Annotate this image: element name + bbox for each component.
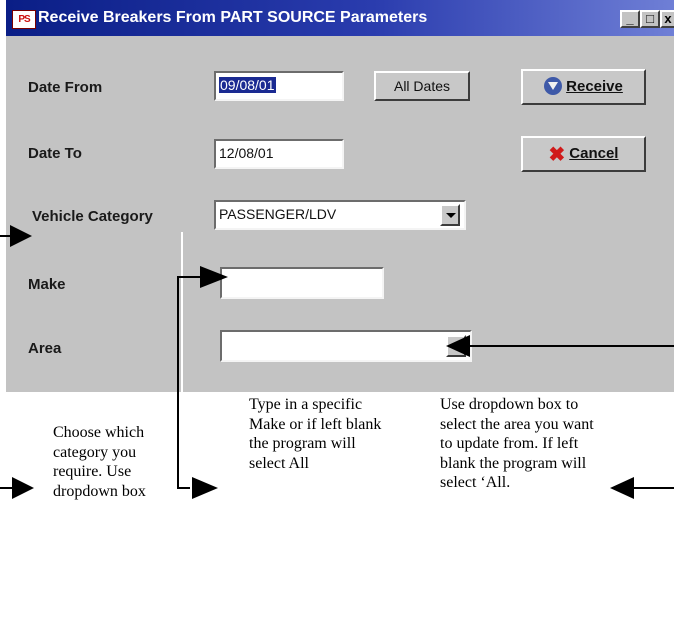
annotation-arrow-icon xyxy=(200,266,228,288)
annotation-arrow-icon xyxy=(446,335,470,357)
annotation-arrow-icon xyxy=(12,477,34,499)
annotation-arrows xyxy=(0,225,674,499)
annotation-arrow-icon xyxy=(10,225,32,247)
annotation-arrow-icon xyxy=(610,477,634,499)
annotation-arrow-icon xyxy=(192,477,218,499)
area-note: Use dropdown box to select the area you … xyxy=(440,396,594,491)
make-note: Type in a specific Make or if left blank… xyxy=(249,396,382,472)
category-note: Choose which category you require. Use d… xyxy=(53,424,146,500)
